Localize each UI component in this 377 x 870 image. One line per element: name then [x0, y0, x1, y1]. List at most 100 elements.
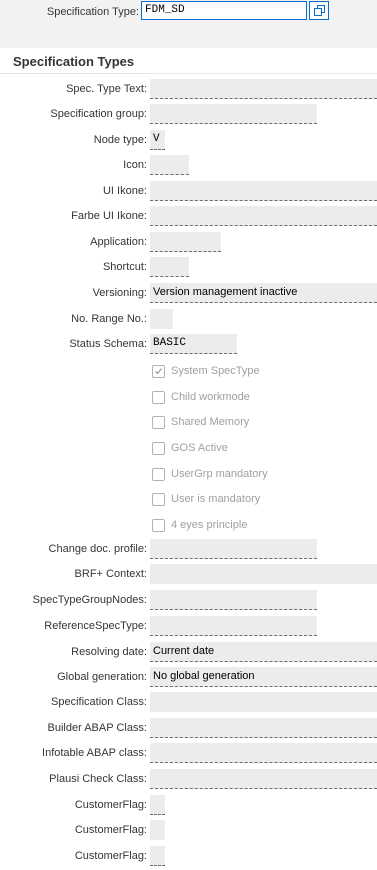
row-ui-ikone: UI Ikone:	[0, 181, 377, 203]
infotable-abap-class-field[interactable]	[150, 743, 377, 763]
specification-class-field[interactable]	[150, 692, 377, 712]
checkbox-row: Child workmode	[0, 388, 377, 410]
customer-flag-label: CustomerFlag:	[74, 799, 147, 811]
customer-flag-label: CustomerFlag:	[74, 850, 147, 862]
infotable-abap-class-label: Infotable ABAP class:	[42, 747, 147, 759]
spec-group-label: Specification group:	[50, 108, 147, 120]
application-label: Application:	[90, 236, 147, 248]
change-doc-profile-field[interactable]	[150, 539, 317, 559]
row-versioning: Versioning: Version management inactive	[0, 283, 377, 305]
resolving-date-label: Resolving date:	[71, 646, 147, 658]
customer-flag-field[interactable]	[150, 820, 165, 840]
plausi-check-class-field[interactable]	[150, 769, 377, 789]
row-node-type: Node type: V	[0, 130, 377, 152]
customer-flag-label: CustomerFlag:	[74, 824, 147, 836]
spec-type-group-nodes-field[interactable]	[150, 590, 317, 610]
spec-type-text-label: Spec. Type Text:	[66, 83, 147, 95]
checkbox-label: UserGrp mandatory	[171, 468, 268, 480]
row-plausi-check-class: Plausi Check Class:	[0, 769, 377, 791]
header-bar: Specification Type: FDM_SD	[0, 0, 377, 48]
row-customer-flag-1: CustomerFlag:	[0, 795, 377, 817]
farbe-ui-ikone-field[interactable]	[150, 206, 377, 226]
checkbox-row: GOS Active	[0, 439, 377, 461]
section-title: Specification Types	[13, 54, 135, 69]
section-divider	[0, 73, 377, 74]
reference-spec-type-label: ReferenceSpecType:	[44, 620, 147, 632]
row-customer-flag-3: CustomerFlag:	[0, 846, 377, 868]
spec-type-input[interactable]: FDM_SD	[141, 1, 307, 20]
node-type-label: Node type:	[93, 134, 147, 146]
row-no-range-no: No. Range No.:	[0, 309, 377, 331]
row-change-doc-profile: Change doc. profile:	[0, 539, 377, 561]
gos-active-checkbox[interactable]	[152, 442, 165, 455]
spec-type-text-field[interactable]	[150, 79, 377, 99]
row-brf-context: BRF+ Context:	[0, 564, 377, 586]
spec-group-field[interactable]	[150, 104, 317, 124]
customer-flag-field[interactable]	[150, 795, 165, 815]
shortcut-label: Shortcut:	[102, 261, 147, 273]
checkbox-row: System SpecType	[0, 362, 377, 384]
resolving-date-dropdown[interactable]: Current date	[150, 642, 377, 662]
row-specification-class: Specification Class:	[0, 692, 377, 714]
row-farbe-ui-ikone: Farbe UI Ikone:	[0, 206, 377, 228]
specification-class-label: Specification Class:	[51, 696, 147, 708]
checkbox-label: Child workmode	[171, 391, 250, 403]
checkbox-row: 4 eyes principle	[0, 516, 377, 538]
change-doc-profile-label: Change doc. profile:	[48, 543, 147, 555]
row-infotable-abap-class: Infotable ABAP class:	[0, 743, 377, 765]
no-range-no-label: No. Range No.:	[71, 313, 147, 325]
shared-memory-checkbox[interactable]	[152, 416, 165, 429]
builder-abap-class-label: Builder ABAP Class:	[47, 722, 147, 734]
icon-field[interactable]	[150, 155, 189, 175]
row-icon: Icon:	[0, 155, 377, 177]
row-customer-flag-2: CustomerFlag:	[0, 820, 377, 842]
row-global-generation: Global generation: No global generation	[0, 667, 377, 689]
row-reference-spec-type: ReferenceSpecType:	[0, 616, 377, 638]
farbe-ui-ikone-label: Farbe UI Ikone:	[71, 210, 147, 222]
row-application: Application:	[0, 232, 377, 254]
checkmark-icon	[155, 368, 163, 375]
icon-label: Icon:	[123, 159, 147, 171]
row-spec-group: Specification group:	[0, 104, 377, 126]
status-schema-field[interactable]: BASIC	[150, 334, 237, 354]
checkbox-label: Shared Memory	[171, 416, 250, 428]
plausi-check-class-label: Plausi Check Class:	[49, 773, 147, 785]
user-mandatory-checkbox[interactable]	[152, 493, 165, 506]
brf-context-label: BRF+ Context:	[74, 568, 147, 580]
checkbox-label: User is mandatory	[171, 493, 261, 505]
global-generation-dropdown[interactable]: No global generation	[150, 667, 377, 687]
customer-flag-field[interactable]	[150, 846, 165, 866]
row-spec-type-text: Spec. Type Text:	[0, 79, 377, 101]
node-type-field[interactable]: V	[150, 130, 165, 150]
checkbox-label: GOS Active	[171, 442, 228, 454]
row-shortcut: Shortcut:	[0, 257, 377, 279]
reference-spec-type-field[interactable]	[150, 616, 317, 636]
usergrp-mandatory-checkbox[interactable]	[152, 468, 165, 481]
checkbox-row: Shared Memory	[0, 413, 377, 435]
checkbox-label: System SpecType	[171, 365, 260, 377]
builder-abap-class-field[interactable]	[150, 718, 377, 738]
value-help-button[interactable]	[309, 1, 329, 20]
ui-ikone-label: UI Ikone:	[102, 185, 147, 197]
checkbox-row: UserGrp mandatory	[0, 465, 377, 487]
ui-ikone-field[interactable]	[150, 181, 377, 201]
application-field[interactable]	[150, 232, 221, 252]
four-eyes-principle-checkbox[interactable]	[152, 519, 165, 532]
system-spectype-checkbox[interactable]	[152, 365, 165, 378]
row-resolving-date: Resolving date: Current date	[0, 642, 377, 664]
versioning-label: Versioning:	[92, 287, 147, 299]
checkbox-label: 4 eyes principle	[171, 519, 248, 531]
global-generation-label: Global generation:	[57, 671, 147, 683]
status-schema-label: Status Schema:	[69, 338, 147, 350]
checkbox-row: User is mandatory	[0, 490, 377, 512]
row-builder-abap-class: Builder ABAP Class:	[0, 718, 377, 740]
shortcut-field[interactable]	[150, 257, 189, 277]
row-status-schema: Status Schema: BASIC	[0, 334, 377, 356]
row-spec-type-group-nodes: SpecTypeGroupNodes:	[0, 590, 377, 612]
spec-type-label: Specification Type:	[46, 6, 139, 18]
no-range-no-field[interactable]	[150, 309, 173, 329]
brf-context-field[interactable]	[150, 564, 377, 584]
child-workmode-checkbox[interactable]	[152, 391, 165, 404]
spec-type-group-nodes-label: SpecTypeGroupNodes:	[32, 594, 147, 606]
versioning-dropdown[interactable]: Version management inactive	[150, 283, 377, 303]
